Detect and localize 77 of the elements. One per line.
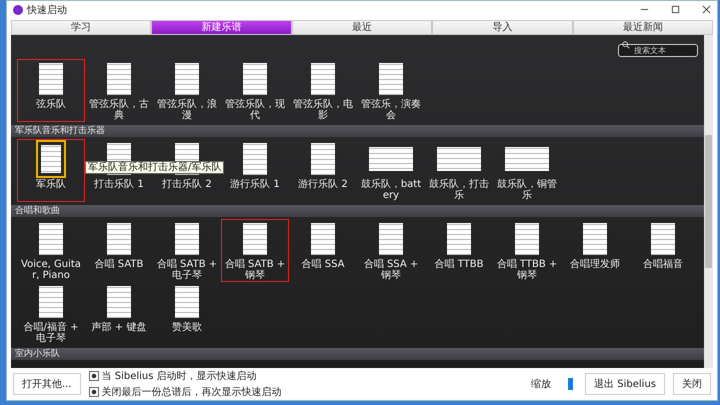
app-logo-icon (13, 4, 23, 14)
template-label: 军乐队 (35, 180, 67, 192)
score-thumbnail[interactable] (240, 140, 270, 178)
template-label: 管弦乐队，浪漫 (156, 100, 218, 121)
section-header: 军乐队音乐和打击乐器 (11, 125, 704, 137)
tab[interactable]: 新建乐谱 (151, 20, 292, 35)
search-field[interactable]: 搜索文本 (618, 44, 698, 57)
template-label: 管弦乐队，现代 (224, 100, 286, 121)
score-thumbnail[interactable] (36, 283, 66, 321)
tab[interactable]: 最近新闻 (572, 20, 714, 35)
section-header: 室内小乐队 (11, 348, 704, 360)
template-label: Voice, Guitar, Piano (20, 260, 82, 281)
checkbox[interactable] (88, 371, 99, 381)
template-label: 游行乐队 2 (297, 180, 349, 192)
score-thumbnail[interactable] (502, 144, 552, 174)
template-label: 合唱 SATB (94, 260, 144, 272)
score-thumbnail[interactable] (240, 220, 270, 258)
template-label: 合唱 SSA (300, 260, 346, 272)
score-thumbnail[interactable] (648, 220, 678, 258)
footer-button[interactable]: 关闭 (673, 373, 711, 395)
search-icon (622, 41, 630, 49)
score-thumbnail[interactable] (172, 60, 202, 98)
tab[interactable]: 学习 (11, 20, 152, 35)
template-label: 鼓乐队，battery (360, 180, 422, 201)
tab[interactable]: 最近 (292, 20, 432, 35)
score-thumbnail[interactable] (366, 144, 416, 174)
template-label: 声部 + 键盘 (90, 323, 148, 335)
checkbox-label: 当 Sibelius 启动时，显示快速启动 (102, 370, 257, 383)
open-other-button[interactable]: 打开其他... (13, 373, 81, 395)
section-header: 合唱和歌曲 (11, 205, 704, 217)
score-thumbnail[interactable] (104, 220, 134, 258)
close-icon[interactable] (702, 5, 711, 14)
template-label: 合唱 TTBB (434, 260, 484, 272)
template-label: 管弦乐，演奏会 (360, 100, 422, 121)
template-label: 管弦乐队，电影 (292, 100, 354, 121)
checkbox[interactable] (88, 387, 99, 397)
template-label: 打击乐队 2 (161, 180, 213, 192)
template-label: 合唱福音 (642, 260, 684, 272)
score-thumbnail[interactable] (308, 140, 338, 178)
score-thumbnail[interactable] (444, 220, 474, 258)
template-label: 打击乐队 1 (93, 180, 145, 192)
score-thumbnail[interactable] (104, 283, 134, 321)
template-label: 合唱理发师 (569, 260, 621, 272)
score-thumbnail[interactable] (172, 220, 202, 258)
tab[interactable]: 导入 (432, 20, 573, 35)
template-label: 合唱/福音 + 电子琴 (22, 323, 80, 344)
template-label: 赞美歌 (171, 323, 203, 335)
maximize-icon[interactable] (671, 5, 680, 14)
template-label: 鼓乐队，铜管乐 (496, 180, 558, 201)
score-thumbnail[interactable] (434, 144, 484, 174)
score-thumbnail[interactable] (580, 220, 610, 258)
zoom-label: 缩放 (531, 378, 552, 391)
template-label: 管弦乐队，古典 (88, 100, 150, 121)
template-label: 游行乐队 1 (229, 180, 281, 192)
score-thumbnail[interactable] (376, 60, 406, 98)
template-label: 合唱 SATB + 钢琴 (224, 260, 286, 281)
template-label: 合唱 SSA + 钢琴 (362, 260, 420, 281)
slider-thumb[interactable] (568, 378, 574, 390)
tooltip: 军乐队音乐和打击乐器/军乐队 (85, 161, 224, 174)
score-thumbnail[interactable] (240, 60, 270, 98)
template-label: 鼓乐队，打击乐 (428, 180, 490, 201)
score-thumbnail[interactable] (308, 60, 338, 98)
window-title: 快速启动 (27, 4, 67, 16)
template-label: 弦乐队 (35, 100, 67, 112)
scrollbar[interactable] (704, 35, 713, 368)
score-thumbnail[interactable] (308, 220, 338, 258)
score-thumbnail[interactable] (36, 60, 66, 98)
score-thumbnail[interactable] (512, 220, 542, 258)
template-label: 合唱 SATB + 电子琴 (156, 260, 218, 281)
score-thumbnail[interactable] (104, 60, 134, 98)
score-thumbnail[interactable] (36, 220, 66, 258)
score-thumbnail[interactable] (376, 220, 406, 258)
score-thumbnail[interactable] (172, 283, 202, 321)
score-thumbnail[interactable] (36, 140, 66, 178)
footer-button[interactable]: 退出 Sibelius (585, 373, 665, 395)
checkbox-label: 关闭最后一份总谱后，再次显示快速启动 (102, 386, 282, 399)
template-label: 合唱 TTBB + 钢琴 (496, 260, 558, 281)
